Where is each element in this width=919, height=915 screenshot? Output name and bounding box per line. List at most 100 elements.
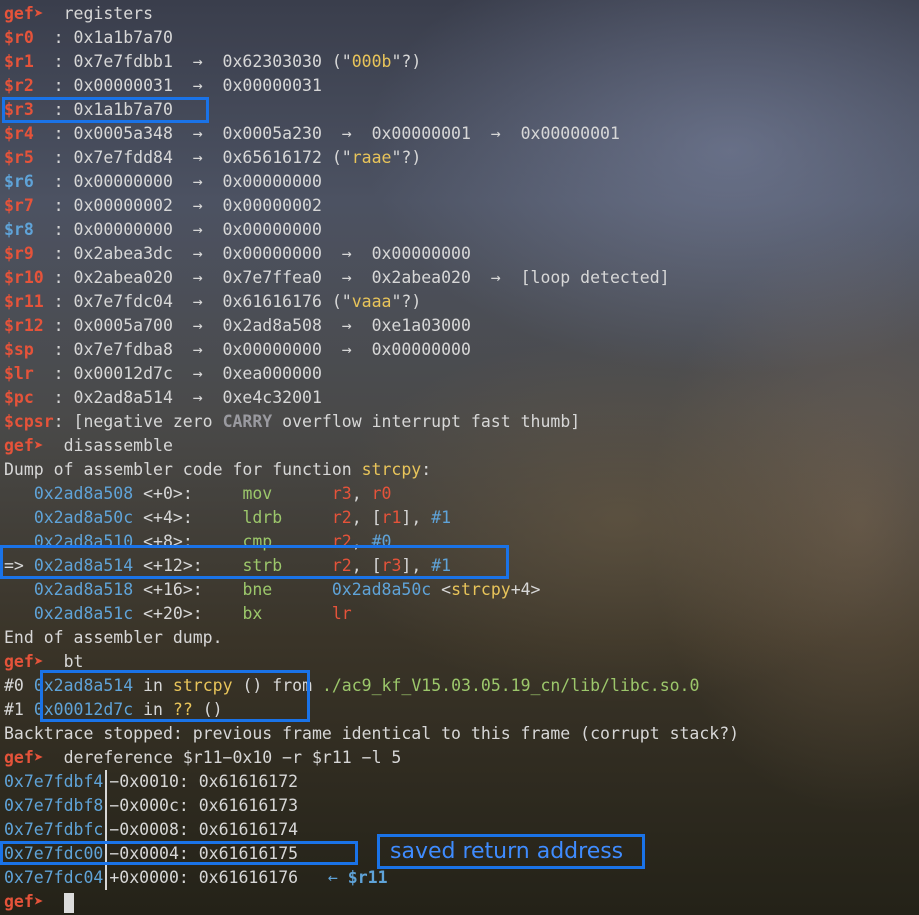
dereference-row: 0x7e7fdc04 +0x0000: 0x61616176 ← $r11: [4, 866, 739, 890]
register-row: $r2 : 0x00000031 → 0x00000031: [4, 74, 739, 98]
register-value: : 0x7e7fdd84: [43, 148, 173, 167]
register-value: : 0x1a1b7a70: [43, 28, 173, 47]
dereference-row: 0x7e7fdbf8 −0x000c: 0x61616173: [4, 794, 739, 818]
asm-offset: <+16>:: [133, 580, 243, 599]
dump-header-colon: :: [421, 460, 432, 479]
function-name: strcpy: [361, 460, 422, 479]
register-chain: → 0x00000000 → 0x00000000: [172, 340, 471, 359]
column-separator: [105, 770, 108, 794]
register-name: $r8: [4, 220, 44, 239]
stack-note-register: $r11: [347, 868, 388, 887]
command-text: dereference $r11−0x10 −r $r11 −l 5: [43, 748, 402, 767]
asm-mnemonic: bx: [242, 604, 283, 623]
asm-operand: 0x2ad8a50c: [331, 580, 432, 599]
asm-marker: [4, 484, 34, 503]
register-chain: → 0x2ad8a508 → 0xe1a03000: [172, 316, 471, 335]
stack-address: 0x7e7fdbfc: [4, 820, 104, 839]
register-value: : 0x00000031: [43, 76, 173, 95]
cpsr-flags: overflow interrupt fast thumb]: [272, 412, 581, 431]
register-chain: → 0x00000031: [172, 76, 322, 95]
prompt-symbol: gef➤: [4, 4, 44, 23]
register-chain: → 0x61616176 (": [172, 292, 352, 311]
stack-offset-value: +0x0000: 0x61616176: [109, 868, 299, 887]
highlight-backtrace-addresses: [40, 670, 310, 722]
register-chain: → 0x7e7ffea0 → 0x2abea020 → [loop detect…: [172, 268, 670, 287]
stack-address: 0x7e7fdbf8: [4, 796, 104, 815]
register-value: : 0x0005a700: [43, 316, 173, 335]
saved-return-address-annotation: saved return address: [377, 834, 645, 869]
command-text: registers: [43, 4, 154, 23]
asm-row: 0x2ad8a50c <+4>: ldrb r2, [r1], #1: [4, 506, 739, 530]
register-row: $r7 : 0x00000002 → 0x00000002: [4, 194, 739, 218]
text-cursor[interactable]: [63, 892, 74, 913]
register-string: vaaa: [351, 292, 392, 311]
prompt-symbol: gef➤: [4, 892, 44, 911]
register-row: $pc : 0x2ad8a514 → 0xe4c32001: [4, 386, 739, 410]
command-text: bt: [43, 652, 84, 671]
terminal-output: gef➤ registers $r0 : 0x1a1b7a70 $r1 : 0x7e…: [4, 2, 739, 914]
stack-address: 0x7e7fdbf4: [4, 772, 104, 791]
register-string: 000b: [351, 52, 392, 71]
register-name: $r0: [4, 28, 44, 47]
register-row: $r11 : 0x7e7fdc04 → 0x61616176 ("vaaa"?): [4, 290, 739, 314]
column-separator: [105, 818, 108, 842]
dump-header-text: Dump of assembler code for function: [4, 460, 362, 479]
register-name: $cpsr: [4, 412, 54, 431]
prompt-symbol: gef➤: [4, 652, 44, 671]
asm-operand: , [: [351, 508, 382, 527]
register-name: $r5: [4, 148, 44, 167]
column-separator: [105, 866, 108, 890]
register-name: $pc: [4, 388, 44, 407]
register-value: : 0x7e7fdc04: [43, 292, 173, 311]
asm-marker: [4, 508, 34, 527]
register-name: $r12: [4, 316, 44, 335]
command-line-disassemble: gef➤ disassemble: [4, 434, 739, 458]
register-value: : 0x00012d7c: [43, 364, 173, 383]
asm-mnemonic: mov: [242, 484, 283, 503]
asm-address: 0x2ad8a51c: [33, 604, 134, 623]
register-name: $sp: [4, 340, 44, 359]
register-value: : 0x0005a348: [43, 124, 173, 143]
highlight-r3: [2, 97, 209, 123]
register-chain: → 0x00000000 → 0x00000000: [172, 244, 471, 263]
frame-number: #1: [4, 700, 34, 719]
register-value: : 0x00000000: [43, 220, 173, 239]
asm-offset: <+0>:: [133, 484, 243, 503]
asm-address: 0x2ad8a518: [33, 580, 134, 599]
stack-offset-value: −0x0008: 0x61616174: [109, 820, 299, 839]
asm-address: 0x2ad8a50c: [33, 508, 134, 527]
register-row: $r0 : 0x1a1b7a70: [4, 26, 739, 50]
register-name: $r1: [4, 52, 44, 71]
final-prompt-line: gef➤: [4, 890, 739, 914]
command-line-registers: gef➤ registers: [4, 2, 739, 26]
frame-library-path: ./ac9_kf_V15.03.05.19_cn/lib/libc.so.0: [321, 676, 700, 695]
register-name: $r6: [4, 172, 44, 191]
asm-operand: r2: [331, 508, 352, 527]
register-value: : 0x7e7fdbb1: [43, 52, 173, 71]
register-name: $r11: [4, 292, 44, 311]
dump-footer: End of assembler dump.: [4, 626, 739, 650]
register-row: $sp : 0x7e7fdba8 → 0x00000000 → 0x000000…: [4, 338, 739, 362]
asm-row: 0x2ad8a51c <+20>: bx lr: [4, 602, 739, 626]
register-value: : 0x2ad8a514: [43, 388, 173, 407]
register-row: $r10 : 0x2abea020 → 0x7e7ffea0 → 0x2abea…: [4, 266, 739, 290]
register-chain: → 0x00000000: [172, 220, 322, 239]
asm-gap: [282, 484, 332, 503]
register-row: $r9 : 0x2abea3dc → 0x00000000 → 0x000000…: [4, 242, 739, 266]
cpsr-flags: : [negative zero: [53, 412, 223, 431]
register-value: : 0x2abea020: [43, 268, 173, 287]
register-row: $lr : 0x00012d7c → 0xea000000: [4, 362, 739, 386]
asm-mnemonic: bne: [242, 580, 283, 599]
asm-row: 0x2ad8a508 <+0>: mov r3, r0: [4, 482, 739, 506]
cpsr-carry-flag: CARRY: [222, 412, 273, 431]
register-chain: → 0xea000000: [172, 364, 322, 383]
register-value: : 0x00000002: [43, 196, 173, 215]
asm-address: 0x2ad8a508: [33, 484, 134, 503]
highlight-current-instruction: [0, 545, 509, 579]
register-chain: → 0x00000000: [172, 172, 322, 191]
highlight-saved-return-row: [0, 841, 358, 865]
register-name: $r2: [4, 76, 44, 95]
stack-offset-value: −0x0010: 0x61616172: [109, 772, 299, 791]
asm-operand: lr: [331, 604, 352, 623]
register-name: $lr: [4, 364, 44, 383]
